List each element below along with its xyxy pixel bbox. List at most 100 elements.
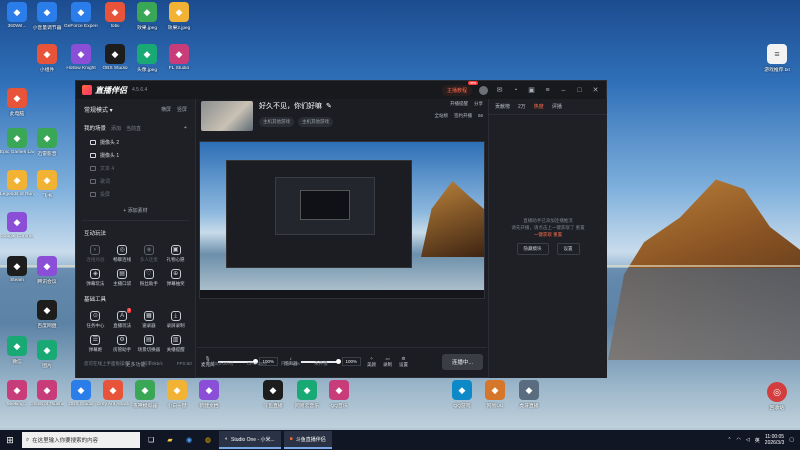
add-source-button[interactable]: + 添加素材 (82, 201, 189, 221)
interact-feature[interactable]: ◎ 畅聊连线 (109, 245, 136, 263)
tool-feature[interactable]: A 1 直播玩法 (109, 308, 136, 329)
chrome-icon[interactable]: ◍ (200, 432, 216, 448)
interact-feature[interactable]: ◉ 多人连麦 (136, 245, 163, 263)
landscape-option[interactable]: 横屏 (161, 106, 171, 113)
message-icon[interactable]: ✉ (495, 86, 504, 95)
interact-feature[interactable]: ⊕ 弹幕抽奖 (162, 269, 189, 287)
ime-indicator[interactable]: 英 (755, 437, 760, 444)
desktop-icon[interactable]: ◆ Grey Ant Attack (96, 380, 130, 407)
desktop-icon[interactable]: ◆ 网易云音乐 (290, 380, 324, 409)
desktop-icon[interactable]: ◆ 360Wif... (0, 2, 34, 29)
maximize-icon[interactable]: □ (575, 86, 584, 95)
taskbar-app-studio-one[interactable]: ◐ Studio One - 小米... (219, 431, 281, 449)
desktop-icon[interactable]: ◆ QQ音乐 (322, 380, 356, 409)
scene-item[interactable]: 歌词 (76, 175, 195, 188)
desktop-icon[interactable]: ◆ 新建文档 (192, 380, 226, 409)
desktop-icon[interactable]: ◆ 虎牙直播 (512, 380, 546, 409)
taskbar-app-live-companion[interactable]: ■ 斗鱼直播伴侣 (283, 431, 332, 449)
desktop-icon-recycle[interactable]: ◎ 回收站 (760, 382, 794, 411)
headset-icon[interactable]: ◔ (511, 86, 520, 95)
tool-feature[interactable]: ▥ 关播提醒 (162, 335, 189, 353)
right-settings-button[interactable]: 设置 (556, 243, 580, 255)
desktop-icon[interactable]: ◆Epic Games Launcher (0, 128, 34, 155)
notification-icon[interactable]: ▢ (789, 437, 794, 443)
desktop-icon[interactable]: ◆ OBS Studio (64, 380, 98, 407)
desktop-icon[interactable]: ◆ 小白一键 (160, 380, 194, 409)
minimize-icon[interactable]: – (559, 86, 568, 95)
live-reminder-button[interactable]: 开播提醒 (450, 101, 468, 107)
desktop-icon[interactable]: ◆GeForce Experience (64, 2, 98, 29)
close-icon[interactable]: ✕ (591, 86, 600, 95)
desktop-icon[interactable]: ◆ 效果.jpeg (130, 2, 164, 31)
task-view-icon[interactable]: ❏ (143, 432, 159, 448)
desktop-icon[interactable]: ◆ Hollow Knight (64, 44, 98, 71)
desktop-icon[interactable]: ◆ 斗鱼直播 (256, 380, 290, 409)
desktop-icon[interactable]: ◆ 百度网盘 (30, 300, 64, 329)
right-tab[interactable]: 评播 (552, 103, 562, 110)
scene-item[interactable]: 投屏 (76, 188, 195, 201)
one-click-link[interactable]: 一键获取 (534, 232, 552, 237)
desktop-icon[interactable]: ◆ Google Chrome (0, 212, 34, 239)
interact-feature[interactable]: ◐ 连线对战 (82, 245, 109, 263)
reset-link[interactable]: 重置 (553, 232, 562, 237)
stream-cover[interactable] (201, 101, 253, 131)
browser-icon[interactable]: ◉ (181, 432, 197, 448)
avatar[interactable] (479, 85, 488, 95)
desktop-icon[interactable]: ◆ 头像.jpeg (130, 44, 164, 73)
tool-feature[interactable]: ⊙ 任务中心 (82, 311, 109, 329)
right-tab[interactable]: 贡献榜 (495, 103, 510, 110)
contract-badge[interactable]: 签约开播 (454, 113, 472, 119)
tool-feature[interactable]: ▤ 场景切换器 (136, 335, 163, 353)
explorer-icon[interactable]: ▰ (162, 432, 178, 448)
desktop-icon[interactable]: ◆ 小组件 (30, 44, 64, 73)
windows-start-icon[interactable]: ⊞ (0, 435, 20, 446)
desktop-icon[interactable]: ◆ 夜神模拟器 (128, 380, 162, 409)
desktop-icon[interactable]: ◆Legends of Runeterra (0, 170, 34, 197)
desktop-icon[interactable]: ◆ Steam (0, 256, 34, 283)
desktop-icon[interactable]: ◆ tobii (98, 2, 132, 29)
interact-feature[interactable]: ◈ 弹幕玩法 (82, 269, 109, 287)
hide-module-button[interactable]: 隐藏模块 (516, 243, 549, 255)
tool-feature[interactable]: ⚙ 房管助手 (109, 335, 136, 353)
rank-badge[interactable]: 全站榜 (434, 113, 448, 119)
clock[interactable]: 11:00:05 2026/3/3 (765, 434, 784, 446)
right-tab[interactable]: 热度 (534, 103, 544, 110)
desktop-icon[interactable]: ◆ 此电脑 (0, 88, 34, 117)
desktop-icon[interactable]: ◆ OBS Studio (98, 44, 132, 71)
live-preview[interactable] (199, 141, 485, 299)
category-tag[interactable]: 主机其他游戏 (298, 117, 333, 127)
desktop-icon[interactable]: ◆ 网易UU (478, 380, 512, 409)
interact-feature[interactable]: ▣ 礼物心愿 (162, 245, 189, 263)
desktop-icon[interactable]: ◆ 图片 (30, 340, 64, 369)
add-scene-icon[interactable]: + (184, 125, 187, 131)
desktop-icon-txt[interactable]: ≡ 游戏推荐.txt (760, 44, 794, 73)
edit-title-icon[interactable]: ✎ (326, 102, 332, 110)
scene-item[interactable]: 摄像头 1 (76, 149, 195, 162)
desktop-icon[interactable]: ◆ QQ游戏 (445, 380, 479, 409)
mode-select[interactable]: 常规模式 ▾ (84, 105, 113, 114)
scene-item[interactable]: 摄像头 2 (76, 136, 195, 149)
tool-feature[interactable]: ⤓ 录屏录制 (162, 311, 189, 329)
scene-item[interactable]: 文本 4 (76, 162, 195, 175)
desktop-icon[interactable]: ◆Ghost of Tsushima (30, 380, 64, 407)
desktop-icon[interactable]: ◆ Seeking... (0, 380, 34, 407)
desktop-icon[interactable]: ◆ FL Studio (162, 44, 196, 71)
desktop-icon[interactable]: ◆ 小音量调节器 (30, 2, 64, 31)
notice-icon[interactable]: ▣ (527, 86, 536, 95)
portrait-option[interactable]: 竖屏 (177, 106, 187, 113)
tool-feature[interactable]: ▦ 速录器 (136, 311, 163, 329)
volume-icon[interactable]: ◁ (746, 437, 750, 443)
search-box[interactable]: ⌕ 在这里输入你要搜索的内容 (22, 432, 140, 448)
desktop-icon[interactable]: ◆ 效果2.jpeg (162, 2, 196, 31)
category-tag[interactable]: 主机其他游戏 (259, 117, 294, 127)
menu-icon[interactable]: ≡ (543, 86, 552, 95)
right-tab[interactable]: 2万 (518, 103, 526, 110)
tool-feature[interactable]: ☰ 弹幕姬 (82, 335, 109, 353)
desktop-icon[interactable]: ◆ 腾讯会议 (30, 256, 64, 285)
tutorial-button[interactable]: 主播教程 new (441, 80, 478, 96)
tray-chevron-icon[interactable]: ⌃ (727, 437, 731, 443)
interact-feature[interactable]: ♡ 粉丝助手 (136, 269, 163, 287)
desktop-icon[interactable]: ◆ 飞书 (30, 170, 64, 199)
network-icon[interactable]: ◠ (737, 437, 741, 443)
interact-feature[interactable]: ▤ 主播口袋 (109, 269, 136, 287)
